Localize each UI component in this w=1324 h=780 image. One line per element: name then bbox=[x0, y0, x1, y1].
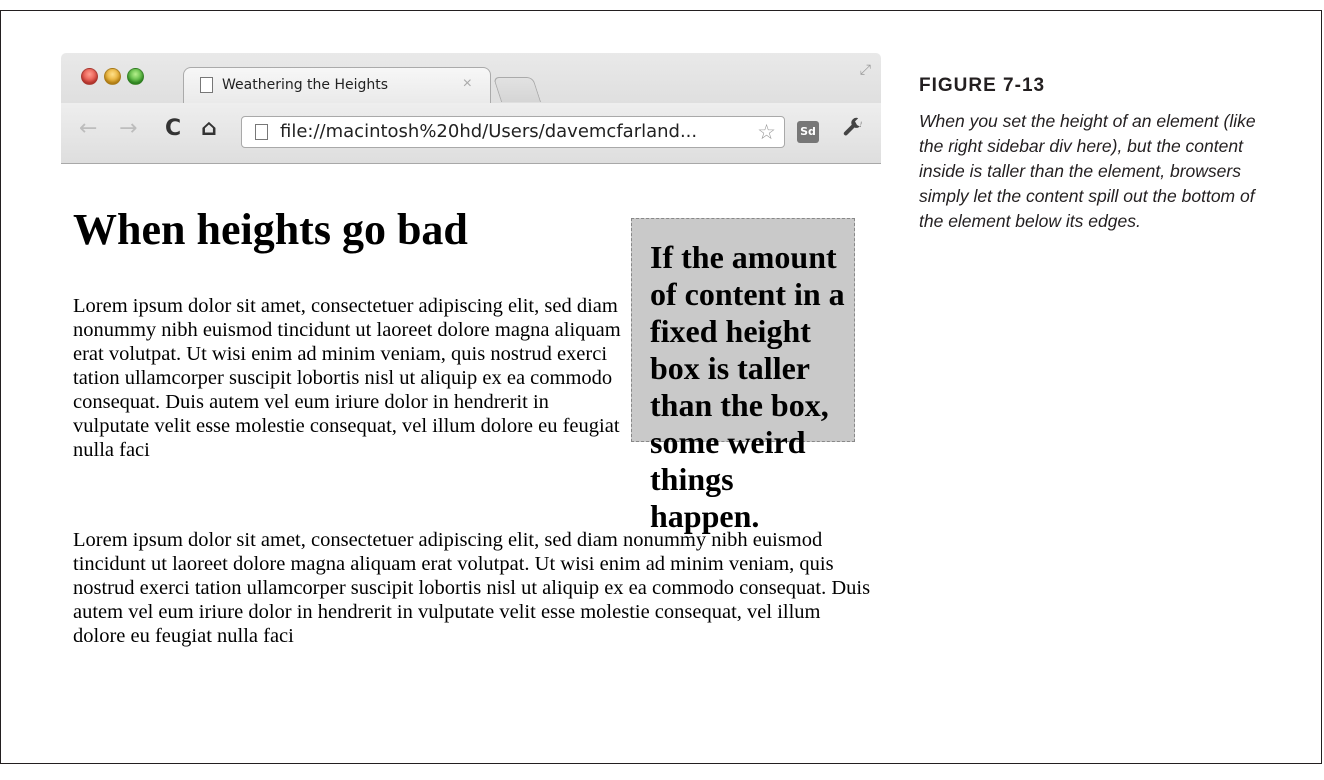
page-icon bbox=[200, 77, 213, 93]
wrench-icon-glyph bbox=[843, 117, 862, 136]
wrench-icon[interactable] bbox=[841, 117, 865, 147]
browser-window: Weathering the Heights × ⤢ ← → C ⌂ file:… bbox=[61, 53, 881, 721]
paragraph-1: Lorem ipsum dolor sit amet, consectetuer… bbox=[73, 295, 621, 461]
forward-button[interactable]: → bbox=[119, 117, 137, 141]
home-button[interactable]: ⌂ bbox=[201, 117, 217, 141]
window-controls bbox=[81, 68, 144, 85]
reload-button[interactable]: C bbox=[165, 117, 181, 141]
tab-title: Weathering the Heights bbox=[222, 77, 389, 93]
browser-tab[interactable]: Weathering the Heights × bbox=[183, 67, 491, 103]
sidebar-text: If the amount of content in a fixed heig… bbox=[650, 239, 845, 534]
back-button[interactable]: ← bbox=[79, 117, 97, 141]
figure-frame: Weathering the Heights × ⤢ ← → C ⌂ file:… bbox=[0, 10, 1322, 764]
new-tab-button[interactable] bbox=[492, 77, 542, 102]
toolbar: ← → C ⌂ file://macintosh%20hd/Users/dave… bbox=[61, 103, 881, 163]
close-tab-icon[interactable]: × bbox=[463, 75, 472, 93]
browser-chrome: Weathering the Heights × ⤢ ← → C ⌂ file:… bbox=[61, 53, 881, 164]
bookmark-star-icon[interactable]: ☆ bbox=[757, 120, 776, 145]
minimize-window-button[interactable] bbox=[104, 68, 121, 85]
page-content: When heights go bad Lorem ipsum dolor si… bbox=[61, 164, 881, 721]
close-window-button[interactable] bbox=[81, 68, 98, 85]
zoom-window-button[interactable] bbox=[127, 68, 144, 85]
page-heading: When heights go bad bbox=[73, 205, 468, 254]
fullscreen-icon[interactable]: ⤢ bbox=[860, 61, 871, 78]
page-icon bbox=[255, 124, 268, 140]
fixed-height-sidebar: If the amount of content in a fixed heig… bbox=[631, 218, 855, 534]
figure-caption: When you set the height of an element (l… bbox=[919, 111, 1256, 231]
url-text: file://macintosh%20hd/Users/davemcfarlan… bbox=[280, 121, 698, 142]
paragraph-2: Lorem ipsum dolor sit amet, consectetuer… bbox=[73, 529, 871, 647]
figure-label: FIGURE 7-13 bbox=[919, 75, 1046, 96]
extension-icon[interactable]: Sd bbox=[797, 121, 819, 143]
address-bar[interactable]: file://macintosh%20hd/Users/davemcfarlan… bbox=[241, 116, 785, 148]
